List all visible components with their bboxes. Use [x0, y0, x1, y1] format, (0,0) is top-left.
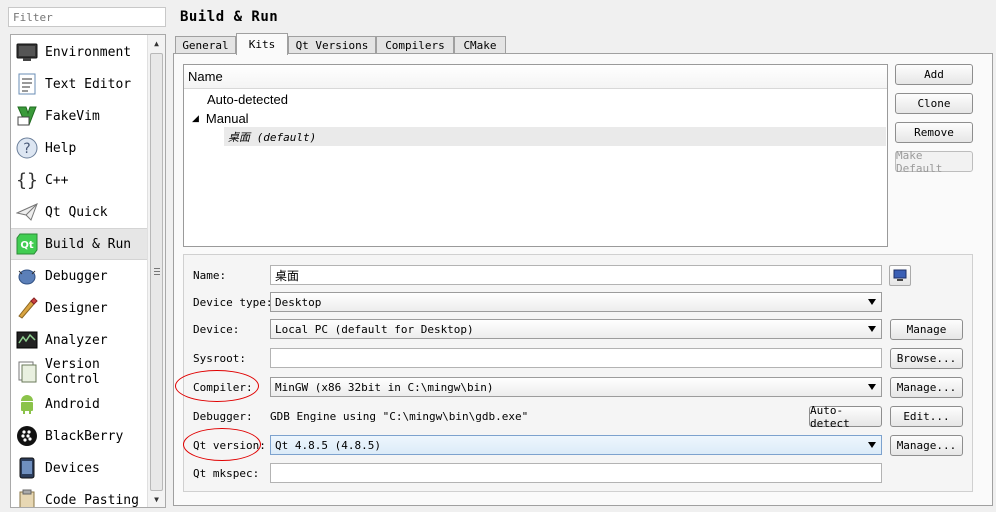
sidebar-item-designer[interactable]: Designer: [11, 292, 147, 324]
device-type-combo[interactable]: Desktop: [270, 292, 882, 312]
sysroot-label: Sysroot:: [193, 352, 246, 365]
scroll-up-arrow-icon[interactable]: ▲: [148, 35, 165, 51]
clone-kit-button[interactable]: Clone: [895, 93, 973, 114]
kit-details-panel: [183, 254, 973, 492]
sidebar-item-label: FakeVim: [45, 108, 100, 124]
auto-detect-button[interactable]: Auto-detect: [809, 404, 882, 430]
dropdown-arrow-icon: [868, 384, 876, 390]
sidebar-item-label: Qt Quick: [45, 204, 108, 220]
kit-tree[interactable]: Name Auto-detected ◢ Manual 桌面 (default): [183, 64, 888, 247]
paper-plane-icon: [15, 200, 39, 224]
sidebar-item-version-control[interactable]: Version Control: [11, 356, 147, 388]
sidebar-item-devices[interactable]: Devices: [11, 452, 147, 484]
devices-icon: [15, 456, 39, 480]
sidebar-item-label: Analyzer: [45, 332, 108, 348]
help-icon: ?: [15, 136, 39, 160]
fakevim-icon: [15, 104, 39, 128]
kit-icon-button[interactable]: [889, 265, 911, 286]
remove-kit-button[interactable]: Remove: [895, 122, 973, 143]
tree-header-name[interactable]: Name: [184, 65, 887, 89]
sidebar-item-label: Debugger: [45, 268, 108, 284]
svg-text:{}: {}: [16, 170, 38, 191]
sidebar-item-label: Build & Run: [45, 236, 132, 252]
analyzer-icon: [15, 328, 39, 352]
tree-group-manual[interactable]: ◢ Manual: [192, 109, 249, 127]
qt-logo-icon: Qt: [15, 232, 39, 256]
sidebar-item-label: Android: [45, 396, 100, 412]
kit-row-default[interactable]: 桌面 (default): [224, 127, 886, 146]
sidebar-item-label: Designer: [45, 300, 108, 316]
page-title: Build & Run: [180, 9, 279, 25]
sidebar-item-label: Text Editor: [45, 76, 132, 92]
sidebar-item-cpp[interactable]: {} C++: [11, 164, 147, 196]
sidebar-item-label: Devices: [45, 460, 100, 476]
device-combo[interactable]: Local PC (default for Desktop): [270, 319, 882, 339]
debugger-label: Debugger:: [193, 410, 253, 423]
sidebar-item-text-editor[interactable]: Text Editor: [11, 68, 147, 100]
manage-qt-versions-button[interactable]: Manage...: [890, 435, 963, 456]
blackberry-icon: [15, 424, 39, 448]
paste-icon: [15, 488, 39, 507]
tab-kits[interactable]: Kits: [236, 33, 288, 55]
edit-debugger-button[interactable]: Edit...: [890, 406, 963, 427]
compiler-combo[interactable]: MinGW (x86 32bit in C:\mingw\bin): [270, 377, 882, 397]
tab-qt-versions[interactable]: Qt Versions: [288, 36, 376, 54]
kit-name-field[interactable]: 桌面: [270, 265, 882, 285]
sidebar-item-code-pasting[interactable]: Code Pasting: [11, 484, 147, 508]
bug-icon: [15, 264, 39, 288]
sidebar-item-environment[interactable]: Environment: [11, 36, 147, 68]
expand-arrow-icon[interactable]: ◢: [192, 113, 199, 124]
dropdown-arrow-icon: [868, 326, 876, 332]
sidebar-item-android[interactable]: Android: [11, 388, 147, 420]
tab-general[interactable]: General: [175, 36, 236, 54]
monitor-icon: [15, 40, 39, 64]
category-list[interactable]: Environment Text Editor FakeVim ? Help {…: [10, 34, 166, 508]
qt-version-label: Qt version:: [193, 439, 266, 452]
sysroot-field[interactable]: [270, 348, 882, 368]
dropdown-arrow-icon: [868, 299, 876, 305]
braces-icon: {}: [15, 168, 39, 192]
sidebar-item-label: Help: [45, 140, 77, 156]
filter-input[interactable]: [8, 7, 166, 27]
android-icon: [15, 392, 39, 416]
sidebar-item-label: Environment: [45, 44, 132, 60]
add-kit-button[interactable]: Add: [895, 64, 973, 85]
manage-compilers-button[interactable]: Manage...: [890, 377, 963, 398]
dropdown-arrow-icon: [868, 442, 876, 448]
tab-compilers[interactable]: Compilers: [376, 36, 454, 54]
device-label: Device:: [193, 323, 240, 336]
manage-devices-button[interactable]: Manage: [890, 319, 963, 340]
scroll-down-arrow-icon[interactable]: ▼: [148, 491, 165, 507]
svg-text:Qt: Qt: [20, 240, 34, 251]
sidebar-scrollbar[interactable]: ▲ ▼: [147, 35, 165, 507]
sidebar-item-fakevim[interactable]: FakeVim: [11, 100, 147, 132]
sidebar-item-help[interactable]: ? Help: [11, 132, 147, 164]
make-default-button[interactable]: Make Default: [895, 149, 973, 175]
version-control-icon: [15, 360, 39, 384]
name-label: Name:: [193, 269, 227, 282]
debugger-value: GDB Engine using "C:\mingw\bin\gdb.exe": [270, 410, 529, 423]
text-document-icon: [15, 72, 39, 96]
tree-group-auto-detected[interactable]: Auto-detected: [207, 90, 288, 108]
qt-mkspec-label: Qt mkspec:: [193, 467, 260, 480]
sidebar-item-debugger[interactable]: Debugger: [11, 260, 147, 292]
qt-version-combo[interactable]: Qt 4.8.5 (4.8.5): [270, 435, 882, 455]
qt-mkspec-field[interactable]: [270, 463, 882, 483]
browse-sysroot-button[interactable]: Browse...: [890, 348, 963, 369]
sidebar-item-blackberry[interactable]: BlackBerry: [11, 420, 147, 452]
sidebar-item-label: C++: [45, 172, 69, 188]
sidebar-item-label: Code Pasting: [45, 492, 139, 508]
sidebar-item-build-run[interactable]: Qt Build & Run: [11, 228, 147, 260]
designer-icon: [15, 296, 39, 320]
desktop-icon: [893, 269, 907, 281]
sidebar-item-label: BlackBerry: [45, 428, 124, 444]
scrollbar-thumb[interactable]: [150, 53, 163, 491]
sidebar-item-analyzer[interactable]: Analyzer: [11, 324, 147, 356]
tab-cmake[interactable]: CMake: [454, 36, 506, 54]
sidebar-item-label: Version Control: [45, 357, 100, 387]
svg-text:?: ?: [23, 141, 30, 157]
compiler-label: Compiler:: [193, 381, 253, 394]
device-type-label: Device type:: [193, 296, 273, 309]
sidebar-item-qt-quick[interactable]: Qt Quick: [11, 196, 147, 228]
